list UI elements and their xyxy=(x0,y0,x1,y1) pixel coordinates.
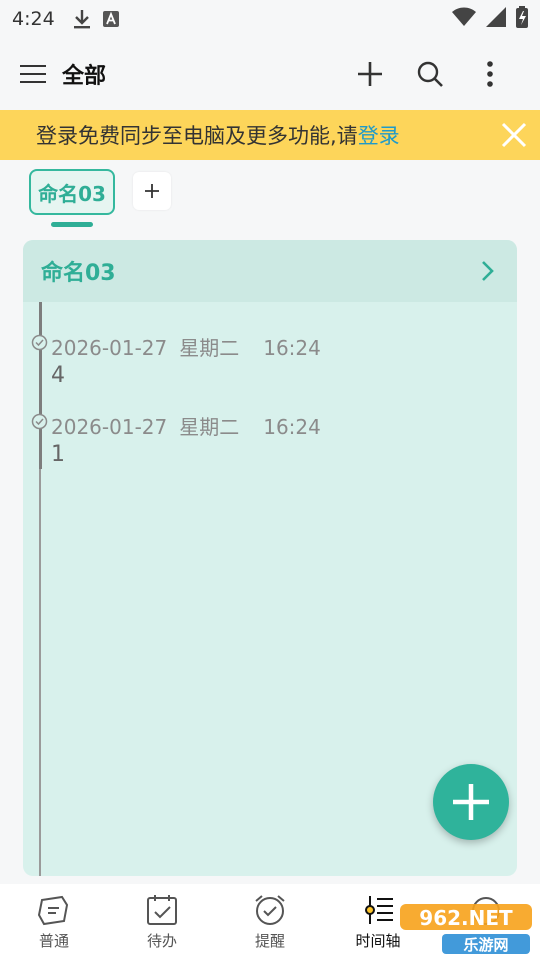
site-watermark-logo: 962.NET 乐游网 xyxy=(400,904,532,954)
login-link[interactable]: 登录 xyxy=(358,120,400,150)
more-vert-icon xyxy=(487,61,493,87)
entry-date: 2026-01-27 星期二 16:24 xyxy=(51,415,321,439)
close-banner-button[interactable] xyxy=(498,119,530,151)
nav-item-normal[interactable]: 普通 xyxy=(0,884,108,960)
todo-calendar-icon xyxy=(147,895,177,925)
add-tab-button[interactable] xyxy=(133,172,171,210)
nav-item-todo[interactable]: 待办 xyxy=(108,884,216,960)
font-a-icon xyxy=(102,11,119,27)
plus-icon xyxy=(358,62,382,86)
wifi-icon xyxy=(452,7,476,32)
card-header[interactable]: 命名03 xyxy=(23,240,517,302)
timeline-entry[interactable]: 2026-01-27 星期二 16:24 1 xyxy=(23,381,517,469)
nav-item-reminder[interactable]: 提醒 xyxy=(216,884,324,960)
more-options-button[interactable] xyxy=(460,50,520,98)
plus-icon xyxy=(453,784,489,820)
card-title: 命名03 xyxy=(41,261,116,286)
chevron-right-icon xyxy=(482,261,494,281)
add-note-button[interactable] xyxy=(340,50,400,98)
svg-text:962.NET: 962.NET xyxy=(419,906,513,930)
banner-text: 登录免费同步至电脑及更多功能,请 xyxy=(36,124,358,148)
page-title: 全部 xyxy=(62,64,107,89)
tab-active-notebook[interactable]: 命名03 xyxy=(29,169,115,215)
svg-text:乐游网: 乐游网 xyxy=(463,936,508,954)
tab-indicator xyxy=(51,222,93,227)
plus-icon xyxy=(145,184,159,198)
note-icon xyxy=(37,895,69,926)
timeline-entry[interactable]: 2026-01-27 星期二 16:24 4 xyxy=(23,302,517,390)
close-icon xyxy=(501,122,527,148)
entry-text: 1 xyxy=(51,442,65,467)
check-circle-icon xyxy=(31,334,48,351)
add-entry-fab[interactable] xyxy=(433,764,509,840)
cell-signal-icon xyxy=(486,6,506,32)
battery-icon xyxy=(516,5,528,33)
login-banner: 登录免费同步至电脑及更多功能,请 登录 xyxy=(0,110,540,160)
status-time: 4:24 xyxy=(12,8,55,30)
alarm-clock-icon xyxy=(255,895,285,925)
search-icon xyxy=(417,61,443,87)
check-circle-icon xyxy=(31,413,48,430)
entry-date: 2026-01-27 星期二 16:24 xyxy=(51,336,321,360)
status-bar: 4:24 xyxy=(0,0,540,38)
app-header: 全部 xyxy=(0,38,540,110)
notebook-tabs: 命名03 xyxy=(0,160,540,236)
menu-icon[interactable] xyxy=(20,60,48,88)
timeline-icon xyxy=(365,896,393,924)
search-button[interactable] xyxy=(400,50,460,98)
download-icon xyxy=(73,9,91,29)
